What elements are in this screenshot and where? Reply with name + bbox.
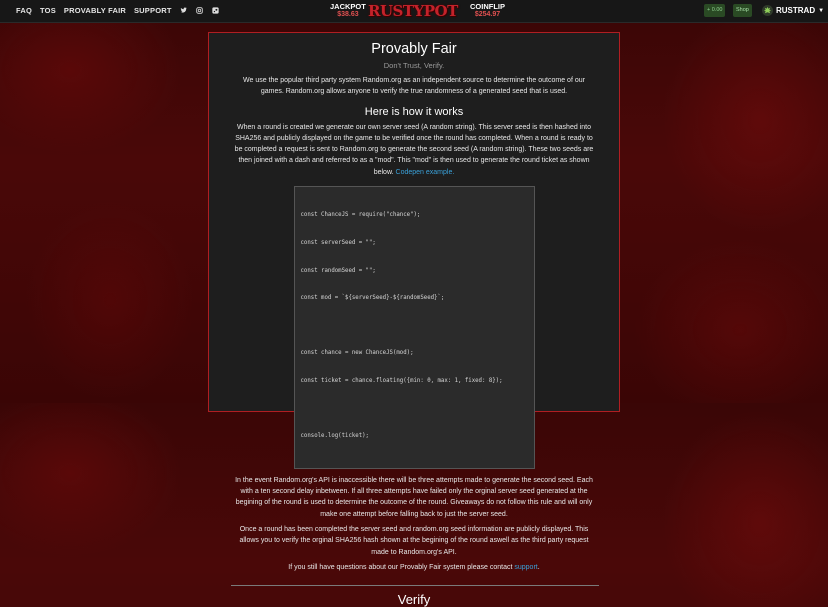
page-title: Provably Fair (371, 41, 457, 57)
jackpot-value: $38.63 (337, 10, 359, 18)
how-paragraph: When a round is created we generate our … (231, 122, 597, 178)
nav-links: FAQ TOS PROVABLY FAIR SUPPORT (16, 6, 220, 15)
code-line: const chance = new ChanceJS(mod); (300, 350, 414, 357)
code-line: const ticket = chance.floating({min: 0, … (300, 378, 503, 385)
coinflip-game[interactable]: COINFLIP $254.97 (470, 3, 505, 18)
coinflip-value: $254.97 (474, 10, 501, 18)
api-paragraph: In the event Random.org's API is inacces… (235, 476, 593, 518)
steam-icon[interactable] (212, 7, 220, 15)
nav-provably-fair[interactable]: PROVABLY FAIR (64, 6, 126, 15)
avatar (762, 5, 773, 16)
code-block: const ChanceJS = require("chance"); cons… (293, 186, 535, 469)
nav-support[interactable]: SUPPORT (134, 6, 172, 15)
coinflip-title: COINFLIP (470, 2, 505, 11)
username: RUSTRAD (776, 6, 816, 15)
questions-paragraph: If you still have questions about our Pr… (231, 562, 597, 573)
how-heading: Here is how it works (364, 105, 464, 118)
shop-button[interactable]: Shop (733, 4, 752, 17)
divider (231, 585, 599, 587)
code-line: const serverSeed = ""; (300, 240, 376, 247)
jackpot-game[interactable]: JACKPOT $38.63 (330, 3, 366, 18)
complete-paragraph: Once a round has been completed the serv… (239, 526, 589, 556)
code-line: console.log(ticket); (300, 433, 369, 440)
intro-paragraph: We use the popular third party system Ra… (243, 77, 585, 96)
questions-text: If you still have questions about our Pr… (288, 563, 513, 571)
verify-heading: Verify (397, 592, 431, 607)
site-logo[interactable]: RUSTYPOT (368, 1, 458, 21)
page-subtitle: Don't Trust, Verify. (383, 61, 445, 70)
code-line: const ChanceJS = require("chance"); (300, 212, 421, 219)
provably-fair-panel: Provably Fair Don't Trust, Verify. We us… (208, 32, 620, 607)
chevron-down-icon: ▼ (818, 7, 825, 14)
jackpot-title: JACKPOT (330, 2, 366, 11)
top-navbar: FAQ TOS PROVABLY FAIR SUPPORT JACKPOT $3… (0, 0, 828, 23)
instagram-icon[interactable] (196, 7, 204, 15)
code-line: const mod = `${serverSeed}-${randomSeed}… (300, 295, 445, 302)
nav-tos[interactable]: TOS (40, 6, 56, 15)
twitter-icon[interactable] (180, 7, 188, 15)
codepen-link[interactable]: Codepen example. (396, 169, 455, 176)
code-line: const randomSeed = ""; (300, 267, 376, 274)
nav-faq[interactable]: FAQ (16, 6, 32, 15)
user-menu[interactable]: RUSTRAD ▼ (762, 5, 824, 16)
balance-button[interactable]: + 0.00 (704, 4, 726, 17)
questions-period: . (537, 563, 540, 571)
support-link[interactable]: support (514, 564, 537, 571)
